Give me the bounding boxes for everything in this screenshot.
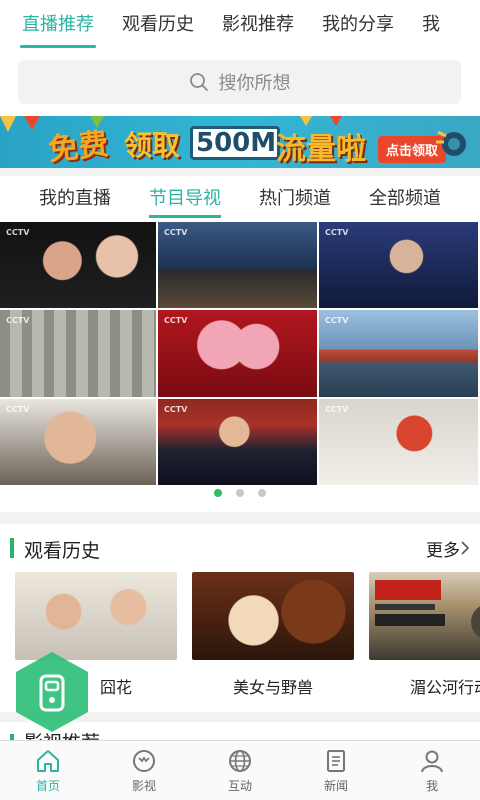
history-card[interactable]: 美女与野兽 <box>192 572 354 712</box>
tab-program-guide[interactable]: 节目导视 <box>149 176 221 222</box>
nav-label: 互动 <box>227 778 252 793</box>
channel-logo: CCTV <box>164 405 188 414</box>
video-thumbnail[interactable]: CCTV <box>158 310 319 397</box>
film-icon <box>133 749 155 772</box>
top-tab-watch-history[interactable]: 观看历史 <box>122 0 194 50</box>
nav-interact[interactable]: 互动 <box>192 741 288 800</box>
channel-logo: CCTV <box>325 316 349 325</box>
top-tab-my-share[interactable]: 我的分享 <box>322 0 394 50</box>
video-grid: CCTV CCTV CCTV CCTV CCTV CCTV CCTV CCTV … <box>0 222 480 486</box>
channel-logo: CCTV <box>164 316 188 325</box>
channel-logo: CCTV <box>325 405 349 414</box>
video-thumbnail[interactable]: CCTV <box>319 222 480 308</box>
bottom-nav: 首页 影视 互动 新闻 我 <box>0 740 480 800</box>
channel-logo: CCTV <box>6 228 30 237</box>
banner-text-flow: 流量啦 <box>276 132 366 167</box>
section-header: 观看历史 更多 <box>0 524 480 570</box>
banner-text-free: 免费 <box>46 126 111 168</box>
banner-text-get: 领取 <box>124 129 181 162</box>
tab-all-channels[interactable]: 全部频道 <box>369 176 441 222</box>
tab-hot-channels[interactable]: 热门频道 <box>259 176 331 222</box>
search-placeholder: 搜你所想 <box>218 73 291 94</box>
nav-news[interactable]: 新闻 <box>288 741 384 800</box>
news-icon <box>327 749 345 772</box>
top-tab-me[interactable]: 我 <box>422 0 440 50</box>
channel-tab-bar: 我的直播 节目导视 热门频道 全部频道 <box>0 176 480 222</box>
section-title: 观看历史 <box>24 540 101 562</box>
tab-my-live[interactable]: 我的直播 <box>39 176 111 222</box>
speaker-icon <box>436 130 466 156</box>
search-area: 搜你所想 <box>0 50 480 116</box>
poster-art <box>375 580 480 638</box>
search-input[interactable]: 搜你所想 <box>18 60 461 104</box>
nav-label: 我 <box>425 778 438 793</box>
search-icon <box>189 73 208 91</box>
page-dot[interactable] <box>236 489 244 497</box>
page-dot[interactable] <box>214 489 222 497</box>
poster-image <box>192 572 354 660</box>
channel-logo: CCTV <box>325 228 349 237</box>
channel-logo: CCTV <box>6 316 30 325</box>
home-icon <box>37 749 59 772</box>
channel-logo: CCTV <box>164 228 188 237</box>
history-card[interactable]: 湄公河行动 <box>369 572 480 712</box>
video-thumbnail[interactable]: CCTV <box>0 222 158 308</box>
top-tab-live-recommend[interactable]: 直播推荐 <box>20 0 96 50</box>
nav-label: 影视 <box>131 778 156 793</box>
video-thumbnail[interactable]: CCTV <box>0 310 158 397</box>
channel-logo: CCTV <box>6 405 30 414</box>
nav-film[interactable]: 影视 <box>96 741 192 800</box>
video-thumbnail[interactable]: CCTV <box>319 399 480 485</box>
history-card-title: 湄公河行动 <box>409 678 480 697</box>
top-tab-film-recommend[interactable]: 影视推荐 <box>222 0 294 50</box>
banner-text-amount: 500M <box>196 128 277 158</box>
nav-home[interactable]: 首页 <box>0 741 96 800</box>
globe-icon <box>229 749 251 772</box>
nav-label: 首页 <box>35 778 60 793</box>
page-dot[interactable] <box>258 489 266 497</box>
poster-image <box>369 572 480 660</box>
video-thumbnail[interactable]: CCTV <box>158 222 319 308</box>
chevron-right-icon[interactable] <box>460 540 470 556</box>
video-thumbnail[interactable]: CCTV <box>0 399 158 485</box>
video-thumbnail[interactable]: CCTV <box>158 399 319 485</box>
nav-label: 新闻 <box>323 778 348 793</box>
promo-banner[interactable]: 免费 领取 500M 流量啦 点击领取 <box>0 116 480 168</box>
top-tab-bar: 直播推荐 观看历史 影视推荐 我的分享 我 <box>0 0 480 50</box>
history-card-title: 美女与野兽 <box>232 678 313 697</box>
section-accent-bar <box>10 538 14 558</box>
poster-image <box>15 572 177 660</box>
more-link[interactable]: 更多 <box>426 536 460 561</box>
nav-me[interactable]: 我 <box>384 741 480 800</box>
carousel-indicator <box>0 486 480 500</box>
user-icon <box>421 750 443 772</box>
floating-remote-button[interactable] <box>10 650 94 734</box>
video-thumbnail[interactable]: CCTV <box>319 310 480 397</box>
